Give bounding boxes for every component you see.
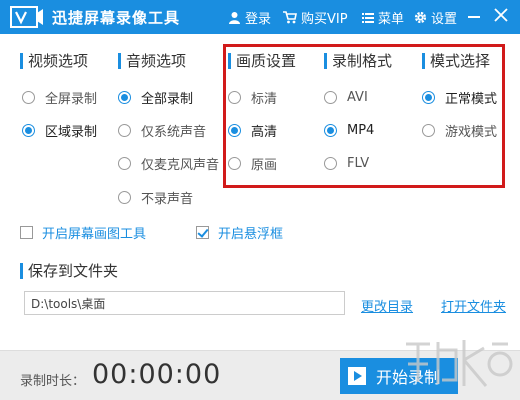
change-directory-link[interactable]: 更改目录 bbox=[361, 296, 413, 315]
record-duration-label: 录制时长： bbox=[20, 374, 86, 389]
floating-frame-checkbox[interactable]: 开启悬浮框 bbox=[196, 223, 284, 242]
open-folder-link[interactable]: 打开文件夹 bbox=[441, 296, 506, 315]
checkbox-box bbox=[20, 225, 33, 239]
buy-vip-button[interactable]: 购买VIP bbox=[283, 8, 348, 27]
menu-label: 菜单 bbox=[378, 12, 405, 27]
radio-label: 不录声音 bbox=[141, 191, 194, 207]
checkbox-label: 开启屏幕画图工具 bbox=[42, 226, 147, 242]
screen-draw-tool-checkbox[interactable]: 开启屏幕画图工具 bbox=[20, 223, 147, 242]
menu-icon bbox=[362, 12, 374, 23]
radio-dot bbox=[22, 123, 35, 137]
radio-label: 仅系统声音 bbox=[141, 124, 207, 140]
radio-dot bbox=[118, 90, 131, 104]
app-logo-icon bbox=[10, 6, 43, 28]
save-folder-header: 保存到文件夹 bbox=[20, 262, 118, 280]
radio-dot bbox=[118, 190, 131, 204]
vip-label: 购买VIP bbox=[301, 12, 348, 27]
radio-system-audio-only[interactable]: 仅系统声音 bbox=[118, 121, 207, 140]
audio-options-header: 音频选项 bbox=[118, 52, 186, 70]
radio-mic-audio-only[interactable]: 仅麦克风声音 bbox=[118, 154, 220, 173]
radio-label: 仅麦克风声音 bbox=[141, 157, 220, 173]
radio-fullscreen-record[interactable]: 全屏录制 bbox=[22, 88, 98, 107]
settings-button[interactable]: 设置 bbox=[414, 8, 457, 27]
video-options-header: 视频选项 bbox=[20, 52, 88, 70]
login-label: 登录 bbox=[245, 12, 272, 27]
play-icon bbox=[348, 367, 366, 385]
gear-icon bbox=[414, 11, 427, 24]
radio-record-all-audio[interactable]: 全部录制 bbox=[118, 88, 194, 107]
radio-region-record[interactable]: 区域录制 bbox=[22, 121, 98, 140]
login-button[interactable]: 登录 bbox=[228, 8, 271, 27]
save-path-input[interactable] bbox=[24, 291, 345, 315]
radio-dot bbox=[118, 123, 131, 137]
radio-label: 区域录制 bbox=[45, 124, 98, 140]
radio-no-audio[interactable]: 不录声音 bbox=[118, 188, 194, 207]
settings-label: 设置 bbox=[431, 12, 458, 27]
menu-button[interactable]: 菜单 bbox=[362, 8, 404, 27]
close-icon[interactable] bbox=[494, 8, 508, 22]
cart-icon bbox=[283, 11, 297, 24]
radio-label: 全部录制 bbox=[141, 91, 194, 107]
watermark-logo bbox=[406, 340, 513, 387]
radio-dot bbox=[22, 90, 35, 104]
highlight-box bbox=[223, 44, 505, 188]
record-duration-value: 00:00:00 bbox=[92, 359, 222, 390]
checkbox-box bbox=[196, 225, 209, 239]
title-bar: 迅捷屏幕录像工具 登录 购买VIP 菜单 设置 bbox=[0, 0, 520, 34]
app-title: 迅捷屏幕录像工具 bbox=[52, 9, 181, 27]
radio-label: 全屏录制 bbox=[45, 91, 98, 107]
radio-dot bbox=[118, 156, 131, 170]
checkbox-label: 开启悬浮框 bbox=[218, 226, 284, 242]
minimize-button[interactable] bbox=[468, 16, 480, 18]
user-icon bbox=[229, 12, 240, 24]
